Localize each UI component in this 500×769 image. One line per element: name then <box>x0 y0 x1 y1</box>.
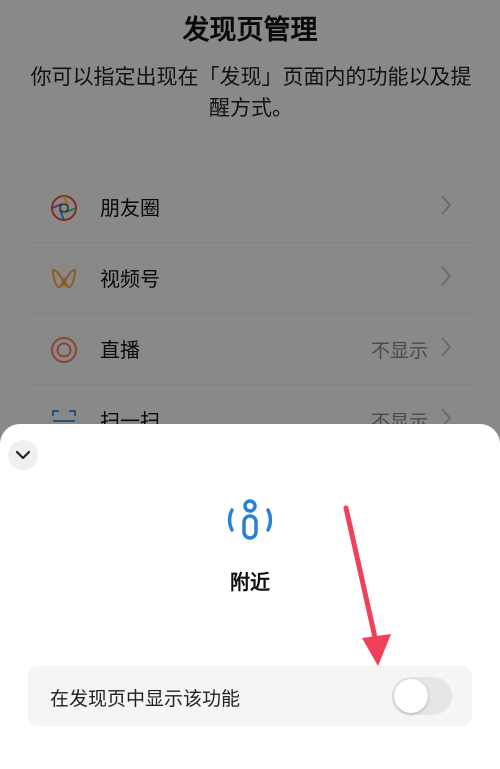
show-in-discover-setting: 在发现页中显示该功能 <box>28 666 472 726</box>
chevron-down-icon <box>15 450 31 460</box>
nearby-icon <box>227 499 273 540</box>
collapse-button[interactable] <box>8 440 38 470</box>
show-feature-toggle[interactable] <box>392 677 452 715</box>
setting-label: 在发现页中显示该功能 <box>50 688 241 710</box>
feature-name: 附近 <box>230 570 270 594</box>
feature-bottom-sheet: 附近 在发现页中显示该功能 <box>0 424 500 769</box>
toggle-knob <box>394 679 428 713</box>
